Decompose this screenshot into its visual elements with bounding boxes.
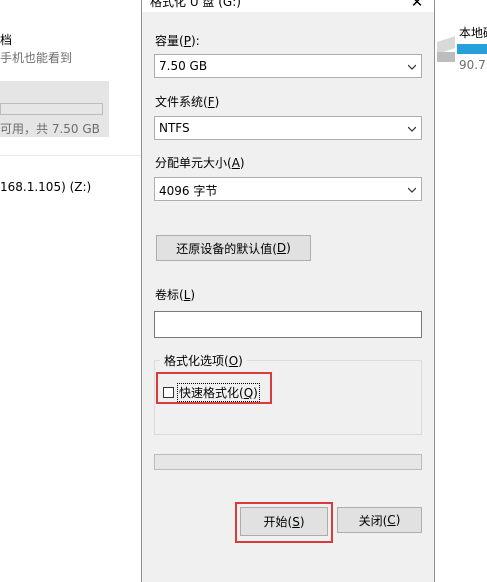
filesystem-value: NTFS	[159, 121, 190, 135]
restore-defaults-button[interactable]: 还原设备的默认值(D)	[156, 235, 311, 261]
background-item-subtext: 手机也能看到	[0, 51, 73, 65]
explorer-background-right: 本地磁 90.7	[435, 0, 487, 574]
start-button[interactable]: 开始(S)	[240, 507, 328, 536]
local-disk-label[interactable]: 本地磁	[459, 24, 487, 41]
drive-usage-bar	[0, 103, 103, 115]
format-progress-bar	[154, 454, 422, 470]
chevron-down-icon	[408, 186, 416, 194]
divider	[0, 155, 141, 156]
drive-capacity-text: 可用，共 7.50 GB	[0, 122, 100, 136]
format-options-title: 格式化选项(O)	[160, 352, 247, 369]
filesystem-label: 文件系统(F)	[155, 95, 220, 109]
allocation-unit-label: 分配单元大小(A)	[155, 156, 245, 170]
quick-format-checkbox[interactable]: 快速格式化(Q)	[163, 383, 260, 402]
local-disk-free-text: 90.7	[459, 58, 486, 72]
filesystem-select[interactable]: NTFS	[154, 116, 422, 140]
capacity-value: 7.50 GB	[159, 59, 208, 73]
title-bar[interactable]: 格式化 U 盘 (G:) ✕	[142, 0, 434, 12]
drive-icon	[437, 36, 455, 66]
allocation-unit-value: 4096 字节	[159, 184, 218, 198]
drive-usage-bar-right	[457, 44, 487, 54]
background-item-text: 档	[0, 33, 13, 47]
chevron-down-icon	[408, 125, 416, 133]
capacity-select[interactable]: 7.50 GB	[154, 54, 422, 78]
explorer-background-left: 档 手机也能看到 可用，共 7.50 GB 168.1.105) (Z:)	[0, 0, 141, 574]
close-button[interactable]: 关闭(C)	[337, 507, 422, 533]
checkbox-box[interactable]	[163, 387, 174, 398]
capacity-label: 容量(P):	[155, 34, 200, 48]
volume-label-input[interactable]	[154, 311, 422, 338]
allocation-unit-select[interactable]: 4096 字节	[154, 177, 422, 201]
network-drive-label[interactable]: 168.1.105) (Z:)	[0, 180, 91, 194]
chevron-down-icon	[408, 63, 416, 71]
close-icon[interactable]: ✕	[400, 0, 434, 12]
dialog-title: 格式化 U 盘 (G:)	[150, 0, 241, 9]
format-dialog: 格式化 U 盘 (G:) ✕ 容量(P): 7.50 GB 文件系统(F) NT…	[141, 0, 435, 582]
quick-format-label: 快速格式化(Q)	[177, 383, 260, 402]
volume-label-label: 卷标(L)	[155, 288, 196, 302]
